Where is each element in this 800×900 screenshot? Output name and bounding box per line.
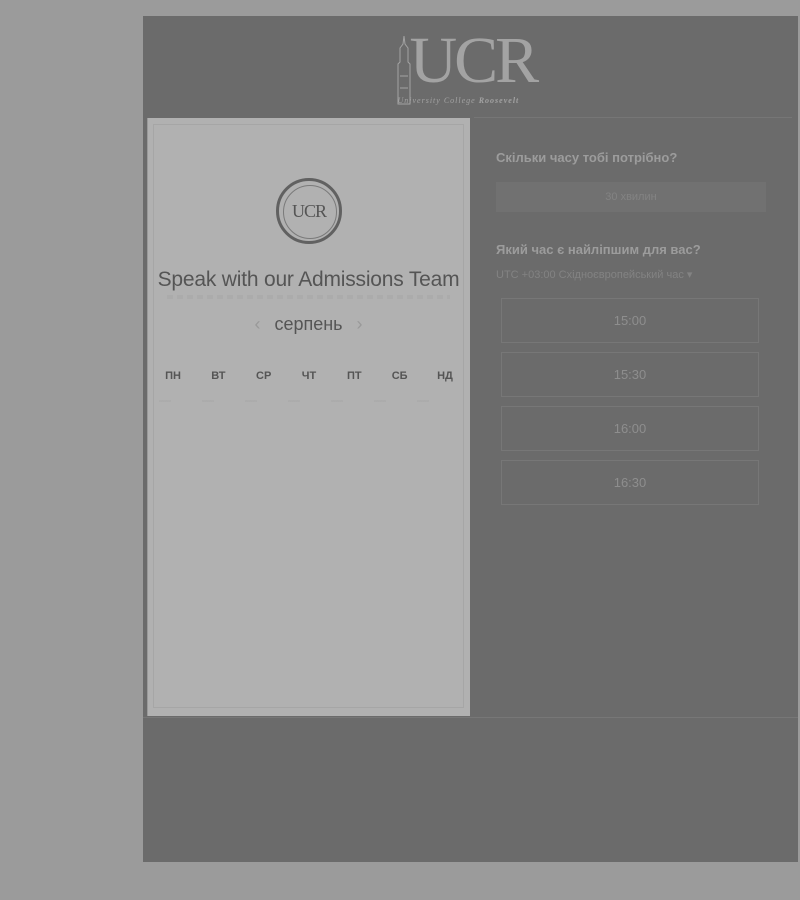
timezone-label: UTC +03:00 Східноєвропейський час (496, 269, 684, 281)
chevron-right-icon[interactable]: › (353, 314, 367, 335)
month-navigation: ‹ серпень › (147, 314, 470, 335)
time-slot-list: 15:00 15:30 16:00 16:30 (501, 298, 761, 514)
timezone-selector[interactable]: UTC +03:00 Східноєвропейський час ▾ (496, 268, 692, 281)
header-divider (474, 117, 792, 118)
caret-down-icon: ▾ (686, 269, 693, 281)
duration-question: Скільки часу тобі потрібно? (496, 150, 678, 165)
event-title: Speak with our Admissions Team (157, 268, 460, 291)
footer-divider (143, 717, 798, 718)
weekday-tue: ВТ (211, 370, 226, 382)
time-slot[interactable]: 16:00 (501, 406, 759, 451)
time-question: Який час є найліпшим для вас? (496, 242, 701, 257)
logo-subtitle-bold: Roosevelt (478, 96, 520, 105)
card-edge (147, 118, 148, 716)
logo-subtitle: University College Roosevelt (398, 96, 520, 105)
weekday-reflection (159, 400, 459, 402)
seal-text: UCR (291, 200, 327, 221)
header: UCR University College Roosevelt (143, 16, 798, 118)
weekday-wed: СР (256, 370, 272, 382)
logo-subtitle-prefix: University College (397, 96, 479, 105)
weekday-fri: ПТ (346, 370, 362, 382)
chevron-left-icon[interactable]: ‹ (250, 314, 264, 335)
event-info-card: UCR Speak with our Admissions Team ‹ сер… (147, 118, 470, 716)
duration-option[interactable]: 30 хвилин (496, 182, 766, 212)
ucr-seal-icon: UCR (276, 178, 342, 244)
weekday-thu: ЧТ (301, 370, 317, 382)
weekday-mon: ПН (165, 370, 181, 382)
logo-letters: UCR (409, 24, 540, 97)
month-label: серпень (274, 314, 343, 334)
booking-panel: UCR University College Roosevelt UCR Spe… (143, 16, 798, 862)
time-slot[interactable]: 16:30 (501, 460, 759, 505)
time-slot[interactable]: 15:30 (501, 352, 759, 397)
weekday-header: ПН ВТ СР ЧТ ПТ СБ НД (159, 370, 459, 382)
time-slot[interactable]: 15:00 (501, 298, 759, 343)
weekday-sat: СБ (391, 370, 408, 382)
title-reflection (167, 295, 450, 299)
weekday-sun: НД (437, 370, 453, 382)
ucr-logo: UCR University College Roosevelt (396, 22, 546, 112)
